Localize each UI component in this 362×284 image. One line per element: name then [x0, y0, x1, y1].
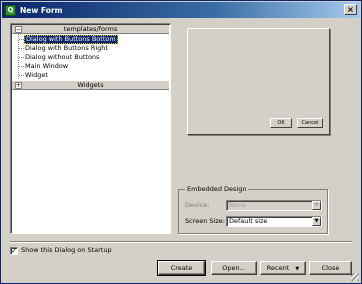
show-on-startup-label[interactable]: Show this Dialog on Startup [21, 245, 112, 256]
title-bar[interactable]: Q New Form × [2, 2, 360, 18]
recent-button[interactable]: Recent ▼ [260, 261, 306, 275]
expand-icon[interactable]: + [15, 82, 22, 89]
preview-ok-button: OK [270, 118, 292, 128]
tree-item-dialog-buttons-bottom[interactable]: Dialog with Buttons Bottom [12, 35, 169, 44]
window-title: New Form [20, 5, 63, 15]
show-on-startup-checkbox[interactable]: ✓ [10, 247, 18, 255]
close-button[interactable]: Close [309, 261, 352, 275]
close-icon: × [347, 5, 354, 14]
checkmark-icon: ✓ [11, 247, 17, 255]
create-button[interactable]: Create [157, 260, 206, 276]
tree-item-widget[interactable]: Widget [12, 71, 169, 80]
preview-cancel-button: Cancel [297, 118, 323, 128]
form-preview: OK Cancel [187, 28, 330, 135]
group-title: Embedded Design [185, 185, 249, 194]
tree-item-label: Dialog without Buttons [25, 53, 100, 61]
screen-size-combo[interactable]: Default size ▼ [226, 216, 322, 227]
screen-size-value: Default size [229, 217, 268, 225]
tree-item-main-window[interactable]: Main Window [12, 62, 169, 71]
tree-item-label: Main Window [25, 62, 69, 70]
chevron-down-icon[interactable]: ▼ [312, 217, 321, 226]
dropdown-arrow-icon: ▼ [295, 266, 300, 272]
tree-item-label: Dialog with Buttons Right [25, 44, 108, 52]
category-widgets[interactable]: + Widgets [12, 81, 169, 90]
embedded-design-group: Embedded Design Device: None ▼ Screen Si… [178, 185, 328, 234]
tree-item-label: Dialog with Buttons Bottom [24, 35, 118, 44]
separator [10, 241, 352, 243]
device-combo: None ▼ [226, 200, 322, 211]
close-window-button[interactable]: × [344, 4, 357, 15]
template-tree[interactable]: − templates/forms Dialog with Buttons Bo… [10, 23, 171, 234]
new-form-dialog: Q New Form × − templates/forms Dialog wi… [0, 0, 362, 284]
device-label: Device: [185, 201, 210, 209]
recent-label: Recent [266, 264, 290, 272]
device-value: None [229, 201, 246, 209]
tree-item-dialog-without-buttons[interactable]: Dialog without Buttons [12, 53, 169, 62]
screen-size-label: Screen Size: [185, 217, 225, 225]
category-label: templates/forms [63, 25, 118, 33]
category-label: Widgets [77, 81, 104, 89]
qt-designer-icon: Q [5, 4, 16, 16]
category-templates-forms[interactable]: − templates/forms [12, 25, 169, 34]
collapse-icon[interactable]: − [15, 26, 22, 33]
tree-item-label: Widget [25, 71, 48, 79]
open-button[interactable]: Open... [211, 261, 257, 275]
chevron-down-icon: ▼ [312, 201, 321, 210]
resize-grip[interactable] [351, 273, 359, 281]
tree-item-dialog-buttons-right[interactable]: Dialog with Buttons Right [12, 44, 169, 53]
